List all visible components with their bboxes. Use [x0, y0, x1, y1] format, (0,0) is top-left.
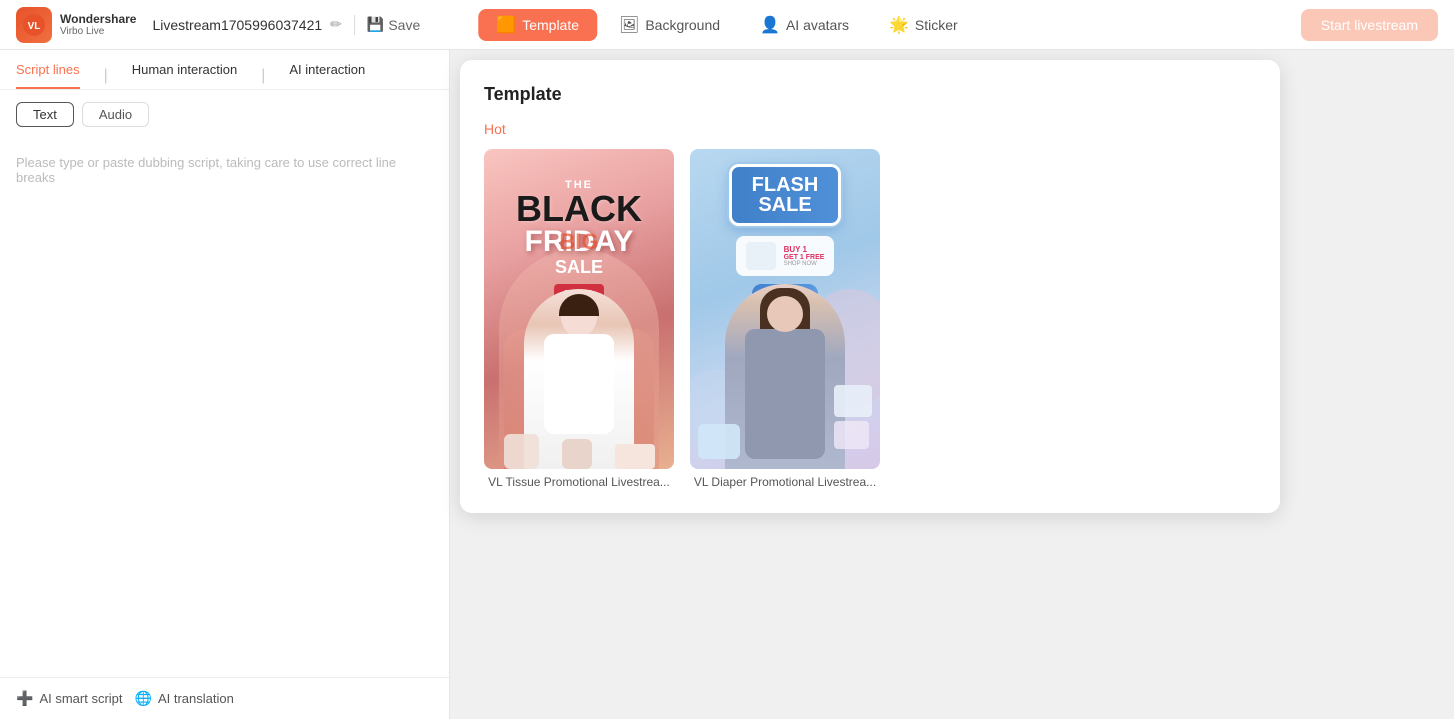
- background-icon: 🖼: [619, 15, 639, 35]
- tab-divider-1: |: [104, 67, 108, 85]
- script-type-tabs: Text Audio: [0, 90, 449, 139]
- template-card-diaper-label: VL Diaper Promotional Livestrea...: [690, 475, 880, 489]
- logo-name: Wondershare: [60, 12, 136, 26]
- background-nav-button[interactable]: 🖼 Background: [601, 9, 738, 41]
- right-area: Template Hot THE BLAC: [450, 50, 1454, 719]
- flash-sale-preview: FLASH SALE BUY 1 GET 1 FREE SHOP NOW: [690, 149, 880, 469]
- template-card-diaper[interactable]: FLASH SALE BUY 1 GET 1 FREE SHOP NOW: [690, 149, 880, 489]
- header-nav: 🟧 Template 🖼 Background 👤 AI avatars 🌟 S…: [478, 9, 975, 41]
- ai-translation-button[interactable]: 🌐 AI translation: [135, 690, 234, 707]
- logo-icon: VL: [16, 7, 52, 43]
- sidebar-tab-script-lines[interactable]: Script lines: [16, 62, 80, 89]
- project-name: Livestream1705996037421 ✏: [152, 16, 341, 33]
- sticker-nav-label: Sticker: [915, 17, 958, 33]
- ai-avatars-nav-label: AI avatars: [786, 17, 849, 33]
- template-panel-title: Template: [484, 84, 1256, 105]
- sticker-icon: 🌟: [889, 15, 909, 35]
- logo-area: VL Wondershare Virbo Live: [16, 7, 136, 43]
- ai-avatars-nav-button[interactable]: 👤 AI avatars: [742, 9, 867, 41]
- sidebar: Script lines | Human interaction | AI in…: [0, 50, 450, 719]
- sidebar-tab-ai-interaction[interactable]: AI interaction: [289, 62, 365, 89]
- header-right: Start livestream: [1301, 9, 1438, 41]
- save-icon: 💾: [367, 16, 384, 33]
- sidebar-tabs: Script lines | Human interaction | AI in…: [0, 50, 449, 90]
- ai-smart-script-icon: ➕: [16, 690, 33, 707]
- logo-sub: Virbo Live: [60, 26, 136, 37]
- black-friday-preview: THE BLACK FRIDAY BIG SALE SPECIALOFFE: [484, 149, 674, 469]
- header-divider: [354, 15, 355, 35]
- ai-translation-label: AI translation: [158, 691, 234, 706]
- template-nav-button[interactable]: 🟧 Template: [478, 9, 597, 41]
- svg-text:VL: VL: [28, 21, 41, 32]
- text-tab[interactable]: Text: [16, 102, 74, 127]
- ai-smart-script-label: AI smart script: [39, 691, 122, 706]
- tab-divider-2: |: [261, 67, 265, 85]
- background-nav-label: Background: [645, 17, 720, 33]
- template-card-tissue[interactable]: THE BLACK FRIDAY BIG SALE SPECIALOFFE: [484, 149, 674, 489]
- sidebar-tab-human-interaction[interactable]: Human interaction: [132, 62, 238, 89]
- edit-icon[interactable]: ✏: [330, 16, 342, 33]
- template-card-diaper-image: FLASH SALE BUY 1 GET 1 FREE SHOP NOW: [690, 149, 880, 469]
- template-hot-label: Hot: [484, 121, 1256, 137]
- main-layout: Script lines | Human interaction | AI in…: [0, 50, 1454, 719]
- save-label: Save: [388, 17, 420, 33]
- script-placeholder: Please type or paste dubbing script, tak…: [0, 139, 449, 201]
- sidebar-bottom: ➕ AI smart script 🌐 AI translation: [0, 677, 449, 719]
- header: VL Wondershare Virbo Live Livestream1705…: [0, 0, 1454, 50]
- template-card-tissue-image: THE BLACK FRIDAY BIG SALE SPECIALOFFE: [484, 149, 674, 469]
- project-name-text: Livestream1705996037421: [152, 17, 322, 33]
- template-panel: Template Hot THE BLAC: [460, 60, 1280, 513]
- ai-avatars-icon: 👤: [760, 15, 780, 35]
- template-nav-label: Template: [522, 17, 579, 33]
- ai-smart-script-button[interactable]: ➕ AI smart script: [16, 690, 123, 707]
- logo-text-block: Wondershare Virbo Live: [60, 12, 136, 37]
- template-card-tissue-label: VL Tissue Promotional Livestrea...: [484, 475, 674, 489]
- sticker-nav-button[interactable]: 🌟 Sticker: [871, 9, 976, 41]
- template-grid: THE BLACK FRIDAY BIG SALE SPECIALOFFE: [484, 149, 1256, 489]
- audio-tab[interactable]: Audio: [82, 102, 149, 127]
- template-icon: 🟧: [496, 15, 516, 35]
- ai-translation-icon: 🌐: [135, 690, 152, 707]
- save-button[interactable]: 💾 Save: [367, 16, 420, 33]
- start-livestream-button[interactable]: Start livestream: [1301, 9, 1438, 41]
